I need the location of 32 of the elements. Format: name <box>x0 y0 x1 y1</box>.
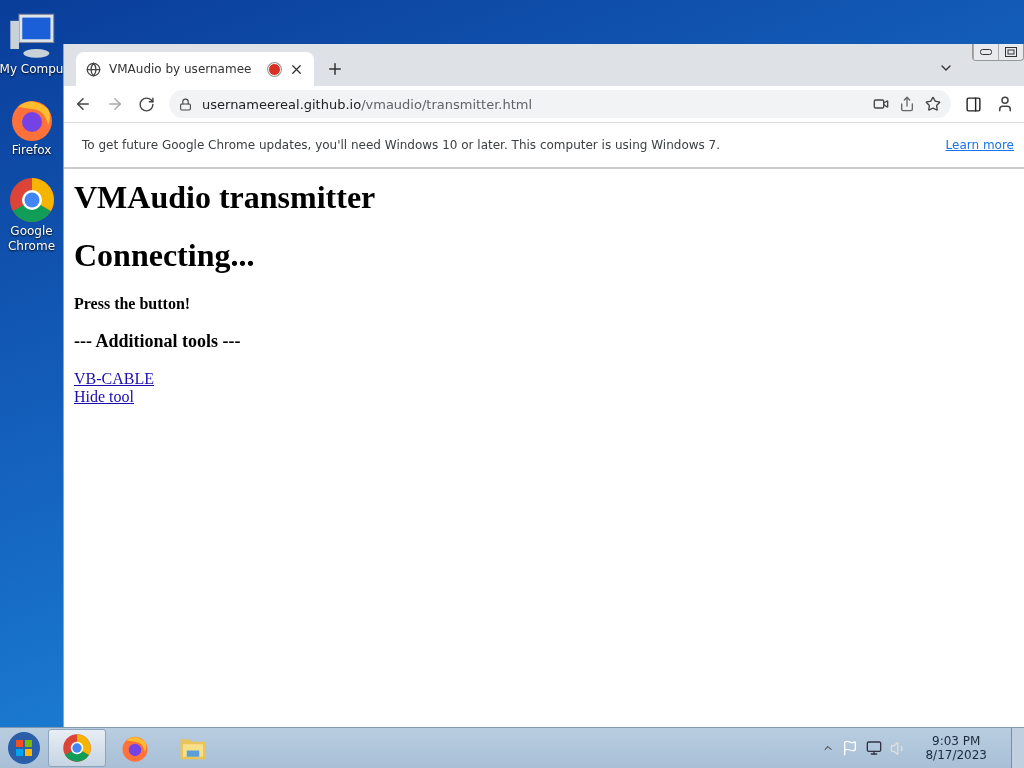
share-icon[interactable] <box>899 96 915 112</box>
tab-title: VMAudio by usernamee <box>109 62 253 76</box>
section-heading: --- Additional tools --- <box>74 331 242 352</box>
update-notice: To get future Google Chrome updates, you'll need Windows 10 or later. This computer is using Windows 7. <box>82 138 722 152</box>
network-icon[interactable] <box>866 740 883 756</box>
minimize-icon <box>980 49 992 55</box>
taskbar-app[interactable] <box>48 729 106 767</box>
side-panel-icon[interactable] <box>965 95 982 113</box>
chrome-icon[interactable] <box>7 176 56 224</box>
profile-icon[interactable] <box>996 95 1014 113</box>
page-title: VMAudio transmitter <box>74 179 377 216</box>
desktop-icon-label: Google Chrome <box>6 224 57 254</box>
instruction-text: Press the button! <box>74 295 192 313</box>
back-icon[interactable] <box>74 95 92 113</box>
clock[interactable]: 9:03 PM 8/17/2023 <box>925 734 987 762</box>
desktop-icon-label: Firefox <box>10 143 53 158</box>
star-icon[interactable] <box>925 96 941 112</box>
chrome-icon[interactable] <box>62 733 92 763</box>
new-tab-icon[interactable] <box>326 60 344 78</box>
globe-icon[interactable] <box>86 61 101 77</box>
desktop-icon-label: My Compu <box>0 62 63 77</box>
learn-more-link[interactable]: Learn more <box>945 138 1014 152</box>
maximize-icon <box>1005 47 1017 57</box>
browser-tab[interactable]: VMAudio by usernamee <box>76 52 314 86</box>
page-link[interactable]: Hide tool <box>74 388 134 406</box>
url-text: usernameereal.github.io/vmaudio/transmitter.html <box>202 96 534 112</box>
camera-icon[interactable] <box>873 96 889 112</box>
reload-icon[interactable] <box>138 95 155 113</box>
status-heading: Connecting... <box>74 237 256 274</box>
page-link[interactable]: VB-CABLE <box>74 370 154 388</box>
address-bar[interactable]: usernameereal.github.io/vmaudio/transmitter.html <box>169 90 951 118</box>
lock-icon <box>179 97 192 111</box>
